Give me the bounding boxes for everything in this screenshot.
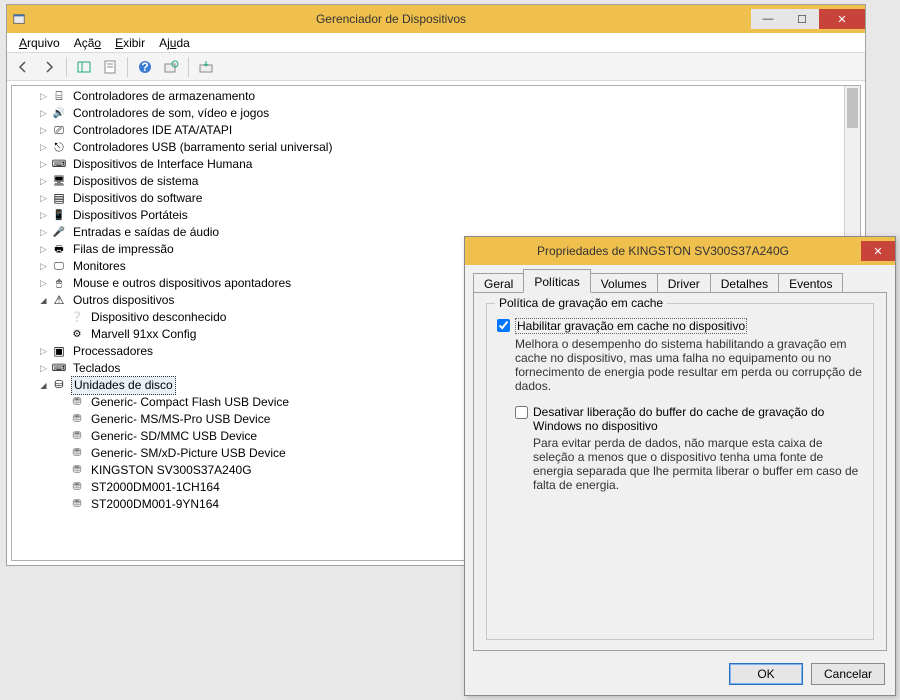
disable-buffer-flush-label: Desativar liberação do buffer do cache d…: [533, 405, 863, 433]
enable-write-cache-row: Habilitar gravação em cache no dispositi…: [497, 318, 863, 334]
dialog-titlebar[interactable]: Propriedades de KINGSTON SV300S37A240G ✕: [465, 237, 895, 265]
expand-icon[interactable]: [38, 91, 49, 102]
hard-disk-icon: [69, 412, 85, 428]
scroll-thumb[interactable]: [847, 88, 858, 128]
properties-dialog: Propriedades de KINGSTON SV300S37A240G ✕…: [464, 236, 896, 696]
tree-node-system[interactable]: Dispositivos de sistema: [12, 173, 860, 190]
mouse-icon: [51, 276, 67, 292]
hid-icon: [51, 157, 67, 173]
menu-view[interactable]: Exibir: [109, 34, 151, 52]
groupbox-legend: Política de gravação em cache: [495, 296, 667, 310]
expand-icon[interactable]: [38, 108, 49, 119]
enable-write-cache-checkbox[interactable]: [497, 319, 510, 332]
tab-driver[interactable]: Driver: [657, 273, 711, 294]
usb-controller-icon: [51, 140, 67, 156]
expand-icon[interactable]: [38, 210, 49, 221]
titlebar[interactable]: Gerenciador de Dispositivos — ☐ ✕: [7, 5, 865, 33]
system-menu-icon[interactable]: [7, 12, 31, 26]
tree-node-software[interactable]: Dispositivos do software: [12, 190, 860, 207]
tree-node-hid[interactable]: Dispositivos de Interface Humana: [12, 156, 860, 173]
tree-node-usb[interactable]: Controladores USB (barramento serial uni…: [12, 139, 860, 156]
tree-node-ide[interactable]: Controladores IDE ATA/ATAPI: [12, 122, 860, 139]
toolbar-separator: [66, 57, 67, 77]
back-button[interactable]: [11, 55, 35, 79]
menu-help[interactable]: Ajuda: [153, 34, 196, 52]
tab-volumes[interactable]: Volumes: [590, 273, 658, 294]
update-driver-button[interactable]: [194, 55, 218, 79]
expand-icon[interactable]: [38, 159, 49, 170]
processor-icon: [51, 344, 67, 360]
software-device-icon: [51, 191, 67, 207]
show-hide-console-tree-button[interactable]: [72, 55, 96, 79]
tree-node-sound[interactable]: Controladores de som, vídeo e jogos: [12, 105, 860, 122]
system-device-icon: [51, 174, 67, 190]
ide-controller-icon: [51, 123, 67, 139]
minimize-button[interactable]: —: [751, 9, 785, 29]
ok-button[interactable]: OK: [729, 663, 803, 685]
write-cache-groupbox: Política de gravação em cache Habilitar …: [486, 303, 874, 640]
storage-controller-icon: [51, 89, 67, 105]
expand-icon[interactable]: [38, 125, 49, 136]
tab-events[interactable]: Eventos: [778, 273, 843, 294]
hard-disk-icon: [69, 446, 85, 462]
audio-io-icon: [51, 225, 67, 241]
config-device-icon: [69, 327, 85, 343]
sound-controller-icon: [51, 106, 67, 122]
expand-icon[interactable]: [38, 261, 49, 272]
monitor-icon: [51, 259, 67, 275]
dialog-button-row: OK Cancelar: [729, 663, 885, 685]
expand-icon[interactable]: [38, 193, 49, 204]
hard-disk-icon: [69, 429, 85, 445]
menu-action[interactable]: Ação: [68, 34, 107, 52]
portable-device-icon: [51, 208, 67, 224]
other-devices-icon: [51, 293, 67, 309]
scan-hardware-button[interactable]: [159, 55, 183, 79]
disk-drives-icon: [51, 378, 67, 394]
properties-button[interactable]: [98, 55, 122, 79]
expand-icon[interactable]: [38, 278, 49, 289]
tab-details[interactable]: Detalhes: [710, 273, 779, 294]
menu-bar: Arquivo Ação Exibir Ajuda: [7, 33, 865, 53]
disable-buffer-flush-row: Desativar liberação do buffer do cache d…: [515, 405, 863, 433]
expand-icon[interactable]: [38, 176, 49, 187]
tab-policies[interactable]: Políticas: [523, 269, 590, 293]
toolbar-separator: [188, 57, 189, 77]
keyboard-icon: [51, 361, 67, 377]
tab-strip: Geral Políticas Volumes Driver Detalhes …: [473, 271, 887, 293]
tab-general[interactable]: Geral: [473, 273, 524, 294]
expand-icon[interactable]: [38, 244, 49, 255]
expand-icon[interactable]: [38, 142, 49, 153]
unknown-device-icon: [69, 310, 85, 326]
expand-icon[interactable]: [38, 346, 49, 357]
help-button[interactable]: ?: [133, 55, 157, 79]
dialog-title: Propriedades de KINGSTON SV300S37A240G: [465, 244, 861, 258]
disable-buffer-flush-checkbox[interactable]: [515, 406, 528, 419]
hard-disk-icon: [69, 497, 85, 513]
expand-icon[interactable]: [38, 227, 49, 238]
tab-panel-policies: Política de gravação em cache Habilitar …: [473, 292, 887, 651]
print-queue-icon: [51, 242, 67, 258]
window-title: Gerenciador de Dispositivos: [31, 12, 751, 26]
tree-node-storage[interactable]: Controladores de armazenamento: [12, 88, 860, 105]
hard-disk-icon: [69, 480, 85, 496]
toolbar-separator: [127, 57, 128, 77]
menu-file[interactable]: Arquivo: [13, 34, 66, 52]
expand-icon[interactable]: [38, 363, 49, 374]
enable-write-cache-desc: Melhora o desempenho do sistema habilita…: [515, 337, 863, 393]
dialog-close-button[interactable]: ✕: [861, 241, 895, 261]
hard-disk-icon: [69, 395, 85, 411]
tree-node-portable[interactable]: Dispositivos Portáteis: [12, 207, 860, 224]
collapse-icon[interactable]: [38, 380, 49, 391]
enable-write-cache-label: Habilitar gravação em cache no dispositi…: [515, 318, 747, 334]
disable-buffer-flush-desc: Para evitar perda de dados, não marque e…: [533, 436, 863, 492]
forward-button[interactable]: [37, 55, 61, 79]
svg-text:?: ?: [141, 60, 148, 74]
cancel-button[interactable]: Cancelar: [811, 663, 885, 685]
maximize-button[interactable]: ☐: [785, 9, 819, 29]
hard-disk-icon: [69, 463, 85, 479]
close-button[interactable]: ✕: [819, 9, 865, 29]
collapse-icon[interactable]: [38, 295, 49, 306]
toolbar: ?: [7, 53, 865, 81]
